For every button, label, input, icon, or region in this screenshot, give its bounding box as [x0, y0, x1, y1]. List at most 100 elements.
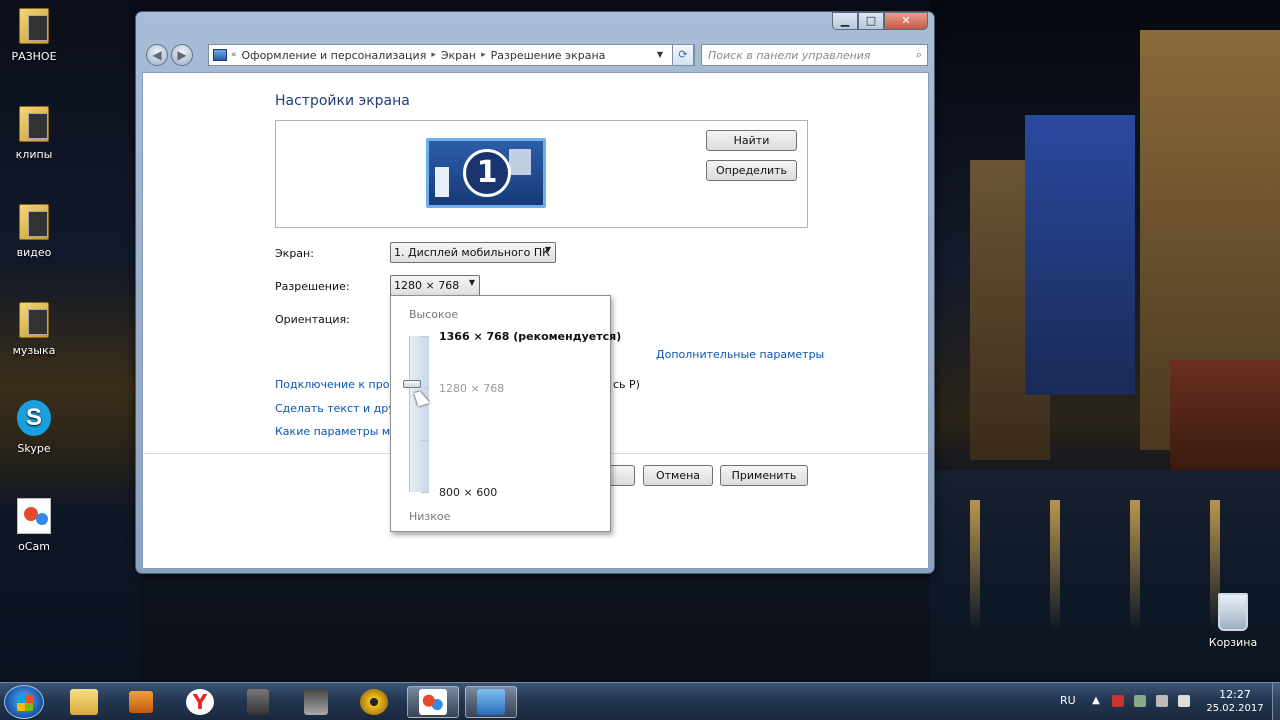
minimize-button[interactable]: ▁	[832, 12, 858, 30]
wallpaper-reflection	[1130, 500, 1140, 630]
slider-tick	[421, 336, 429, 337]
which-settings-link[interactable]: Какие параметры мон	[275, 425, 404, 438]
resolution-select-value: 1280 × 768	[394, 279, 460, 292]
recycle-bin-icon	[1218, 593, 1248, 631]
folder-icon	[19, 8, 49, 44]
forward-button[interactable]: ▶	[171, 44, 193, 66]
desktop-icon-raznoe[interactable]: РАЗНОЕ	[4, 6, 64, 63]
show-desktop-button[interactable]	[1272, 683, 1280, 720]
media-player-icon	[129, 691, 153, 713]
resolution-option-min[interactable]: 800 × 600	[439, 486, 497, 499]
taskbar-yandex-browser[interactable]: Y	[174, 686, 226, 718]
skype-icon: S	[17, 400, 51, 436]
wallpaper-reflection	[970, 500, 980, 630]
display-label: Экран:	[275, 247, 314, 260]
resolution-select[interactable]: 1280 × 768 ▼	[390, 275, 480, 296]
page-title: Настройки экрана	[275, 93, 410, 109]
world-of-tanks-icon	[247, 689, 269, 715]
monitor-window-shape	[509, 149, 531, 175]
desktop-icon-label: музыка	[12, 344, 56, 357]
breadcrumb-display[interactable]: Экран	[441, 49, 476, 62]
folder-icon	[19, 302, 49, 338]
desktop-icon-recycle-bin[interactable]: Корзина	[1203, 592, 1263, 649]
radiation-icon	[360, 689, 388, 715]
desktop-icon-label: Корзина	[1208, 636, 1258, 649]
taskbar-world-of-tanks[interactable]	[232, 686, 284, 718]
breadcrumb-appearance[interactable]: Оформление и персонализация	[242, 49, 427, 62]
taskbar-control-panel[interactable]	[465, 686, 517, 718]
clock-time: 12:27	[1219, 688, 1251, 701]
resolution-dropdown-popup: Высокое 1366 × 768 (рекомендуется) 1280 …	[390, 295, 621, 532]
breadcrumb-screen-resolution[interactable]: Разрешение экрана	[491, 49, 606, 62]
refresh-button[interactable]: ⟳	[672, 44, 694, 66]
desktop-icon-ocam[interactable]: oCam	[4, 496, 64, 553]
show-hidden-icons-button[interactable]: ▲	[1090, 695, 1102, 707]
orientation-label: Ориентация:	[275, 313, 350, 326]
partial-text: сь Р)	[613, 378, 640, 391]
language-indicator[interactable]: RU	[1060, 694, 1082, 707]
nav-buttons: ◀ ▶	[146, 44, 194, 66]
start-button[interactable]	[4, 685, 44, 719]
apply-button[interactable]: Применить	[720, 465, 808, 486]
connect-projector-link[interactable]: Подключение к проек	[275, 378, 403, 391]
folder-icon	[19, 106, 49, 142]
display-select-value: 1. Дисплей мобильного ПК	[394, 246, 550, 259]
clock[interactable]: 12:27 25.02.2017	[1200, 688, 1270, 716]
desktop-icon-skype[interactable]: S Skype	[4, 398, 64, 455]
folder-icon	[19, 204, 49, 240]
control-panel-icon	[477, 689, 505, 715]
desktop-icon-muzyka[interactable]: музыка	[4, 300, 64, 357]
taskbar-ocam[interactable]	[407, 686, 459, 718]
volume-icon[interactable]	[1178, 695, 1190, 707]
ocam-icon	[17, 498, 51, 534]
cancel-button[interactable]: Отмена	[643, 465, 713, 486]
monitor-icon[interactable]: 1	[426, 138, 546, 208]
display-select[interactable]: 1. Дисплей мобильного ПК ▼	[390, 242, 556, 263]
resolution-slider-thumb[interactable]	[403, 380, 421, 389]
advanced-settings-link[interactable]: Дополнительные параметры	[656, 348, 824, 361]
resolution-option-current[interactable]: 1280 × 768	[439, 382, 504, 395]
breadcrumb-separator-icon[interactable]: ▸	[431, 50, 436, 60]
chevron-down-icon: ▼	[544, 245, 551, 254]
desktop-icon-label: Skype	[17, 442, 51, 455]
action-center-icon[interactable]	[1112, 695, 1124, 707]
maximize-button[interactable]: □	[858, 12, 884, 30]
window-controls: ▁ □ ✕	[832, 12, 928, 30]
search-input[interactable]: Поиск в панели управления ⌕	[701, 44, 928, 66]
taskbar-explorer[interactable]	[58, 686, 110, 718]
power-icon[interactable]	[1134, 695, 1146, 707]
desktop-wallpaper-city	[930, 0, 1280, 680]
taskbar-game[interactable]	[290, 686, 342, 718]
breadcrumb-separator-icon[interactable]: ▸	[481, 50, 486, 60]
close-button[interactable]: ✕	[884, 12, 928, 30]
network-icon[interactable]	[1156, 695, 1168, 707]
resolution-slider-track[interactable]	[409, 336, 429, 492]
find-button[interactable]: Найти	[706, 130, 797, 151]
search-icon[interactable]: ⌕	[916, 48, 922, 62]
back-button[interactable]: ◀	[146, 44, 168, 66]
taskbar-media-player[interactable]	[115, 686, 167, 718]
game-icon	[304, 689, 328, 715]
taskbar-radiation-app[interactable]	[348, 686, 400, 718]
desktop-icon-video[interactable]: видео	[4, 202, 64, 259]
breadcrumb-overflow[interactable]: «	[231, 50, 237, 60]
yandex-browser-icon: Y	[186, 689, 214, 715]
taskbar: Y RU ▲ 12:27 25.02.2017	[0, 682, 1280, 720]
identify-button[interactable]: Определить	[706, 160, 797, 181]
monitor-number: 1	[463, 149, 511, 197]
wallpaper-reflection	[1050, 500, 1060, 630]
desktop-icon-label: видео	[16, 246, 52, 259]
desktop-icon-klipy[interactable]: клипы	[4, 104, 64, 161]
address-bar[interactable]: « Оформление и персонализация ▸ Экран ▸ …	[208, 44, 695, 66]
address-dropdown-icon[interactable]: ▼	[652, 45, 668, 65]
resolution-label: Разрешение:	[275, 280, 350, 293]
desktop-icon-label: РАЗНОЕ	[11, 50, 57, 63]
slider-tick	[421, 440, 429, 441]
explorer-icon	[70, 689, 98, 715]
control-panel-icon	[213, 49, 227, 61]
wallpaper-building	[1025, 115, 1135, 395]
desktop-icon-label: клипы	[15, 148, 53, 161]
slider-high-label: Высокое	[409, 308, 459, 321]
monitor-window-shape	[435, 167, 449, 197]
resolution-option-max[interactable]: 1366 × 768 (рекомендуется)	[439, 330, 621, 343]
